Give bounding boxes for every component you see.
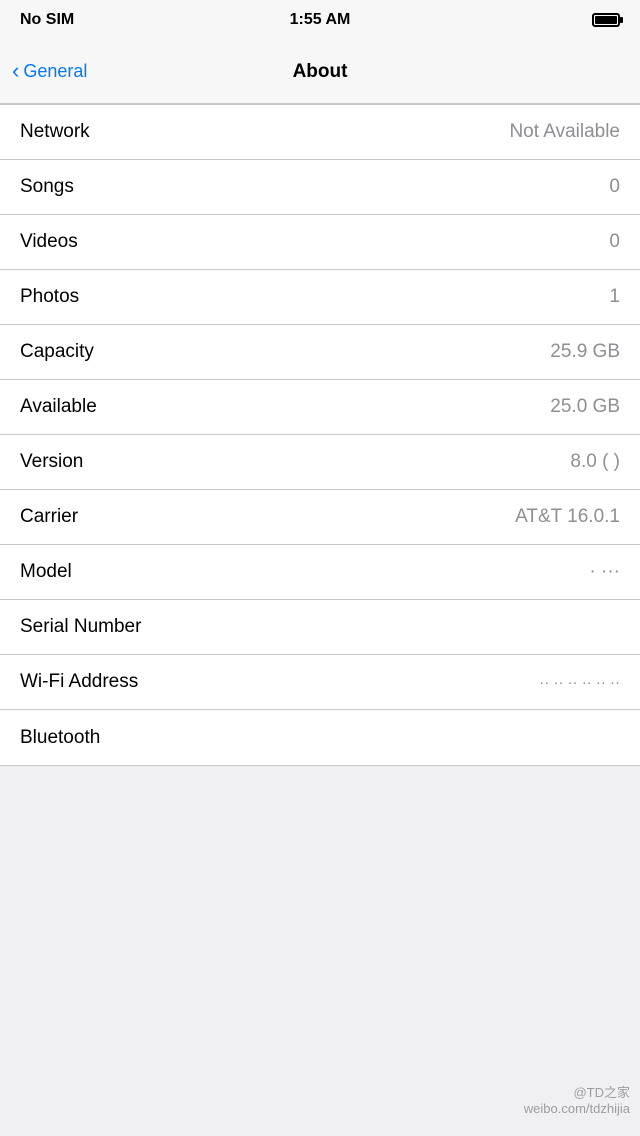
table-row: Available 25.0 GB <box>0 380 640 435</box>
row-value: 8.0 ( ) <box>570 451 620 473</box>
row-label: Serial Number <box>20 616 141 638</box>
table-row: Version 8.0 ( ) <box>0 435 640 490</box>
table-row: Capacity 25.9 GB <box>0 325 640 380</box>
time-label: 1:55 AM <box>140 11 500 29</box>
battery-fill <box>595 16 617 24</box>
table-row: Model · ··· <box>0 545 640 600</box>
row-value: 25.9 GB <box>550 341 620 363</box>
row-label: Songs <box>20 176 74 198</box>
status-icons <box>500 13 620 27</box>
navigation-bar: ‹ General About <box>0 40 640 104</box>
row-value: 0 <box>609 176 620 198</box>
row-value: · ··· <box>589 561 620 583</box>
table-row: Wi-Fi Address ·· ·· ·· ·· ·· ·· <box>0 655 640 710</box>
table-row: Bluetooth <box>0 710 640 765</box>
page-title: About <box>293 61 348 83</box>
row-label: Capacity <box>20 341 94 363</box>
row-value: 1 <box>609 286 620 308</box>
back-label: General <box>23 61 87 82</box>
row-label: Available <box>20 396 97 418</box>
table-row: Network Not Available <box>0 105 640 160</box>
row-label: Videos <box>20 231 78 253</box>
carrier-label: No SIM <box>20 11 140 29</box>
about-table: Network Not Available Songs 0 Videos 0 Photos 1… <box>0 104 640 766</box>
row-value: 25.0 GB <box>550 396 620 418</box>
row-label: Model <box>20 561 72 583</box>
row-label: Version <box>20 451 83 473</box>
row-value: 0 <box>609 231 620 253</box>
table-row: Songs 0 <box>0 160 640 215</box>
row-label: Wi-Fi Address <box>20 671 138 693</box>
back-button[interactable]: ‹ General <box>12 61 87 82</box>
row-label: Network <box>20 121 90 143</box>
watermark: @TD之家weibo.com/tdzhijia <box>524 1082 630 1116</box>
row-value: Not Available <box>509 121 620 143</box>
battery-icon <box>592 13 620 27</box>
table-row: Videos 0 <box>0 215 640 270</box>
row-label: Photos <box>20 286 79 308</box>
row-value: ·· ·· ·· ·· ·· ·· <box>539 674 620 691</box>
table-row: Carrier AT&T 16.0.1 <box>0 490 640 545</box>
table-row: Photos 1 <box>0 270 640 325</box>
status-bar: No SIM 1:55 AM <box>0 0 640 40</box>
row-value: AT&T 16.0.1 <box>515 506 620 528</box>
row-label: Bluetooth <box>20 727 100 749</box>
chevron-left-icon: ‹ <box>12 60 19 82</box>
row-label: Carrier <box>20 506 78 528</box>
table-row: Serial Number <box>0 600 640 655</box>
